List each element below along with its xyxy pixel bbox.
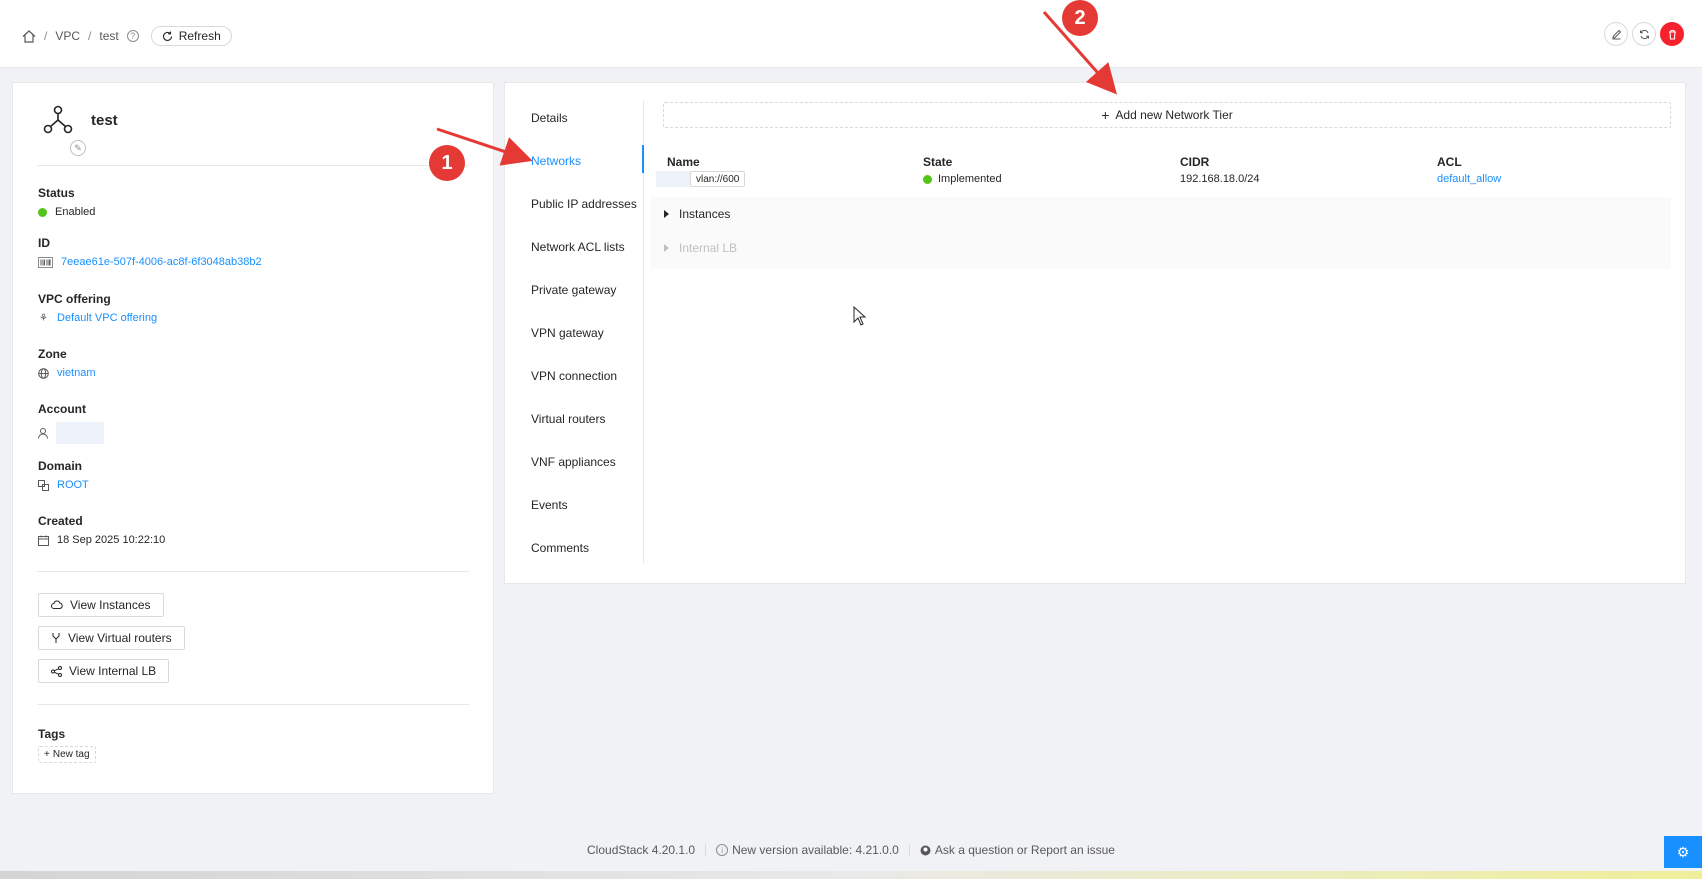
new-version-text: New version available: 4.21.0.0 — [732, 843, 899, 857]
divider — [908, 844, 910, 856]
annotation-badge-2: 2 — [1062, 0, 1098, 36]
footer-version: CloudStack 4.20.1.0 — [587, 843, 696, 857]
settings-button[interactable]: ⚙ — [1664, 836, 1702, 868]
annotation-badge-1: 1 — [429, 145, 465, 181]
help-link[interactable]: Ask a question or Report an issue — [920, 843, 1115, 857]
gear-icon: ⚙ — [1676, 843, 1690, 860]
footer: CloudStack 4.20.1.0 i New version availa… — [0, 843, 1702, 857]
annotation-arrows — [436, 11, 1117, 166]
info-icon: i — [716, 844, 729, 856]
new-version-notice[interactable]: i New version available: 4.21.0.0 — [716, 843, 899, 857]
help-text: Ask a question or Report an issue — [934, 843, 1115, 857]
divider — [705, 844, 707, 856]
mouse-cursor-icon — [853, 306, 867, 326]
github-icon — [920, 845, 931, 855]
window-bottom-edge — [0, 871, 1702, 879]
